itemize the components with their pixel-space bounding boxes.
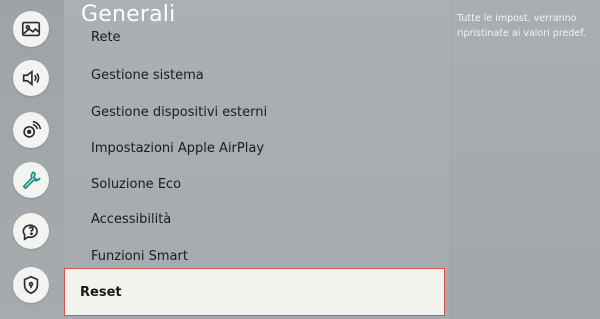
privacy-shield-icon — [23, 275, 39, 295]
info-panel: Tutte le impost. verranno ripristinate a… — [449, 0, 600, 319]
menu-item-external-devices[interactable]: Gestione dispositivi esterni — [91, 105, 267, 120]
sound-icon — [22, 69, 40, 87]
category-rail — [0, 0, 64, 319]
menu-item-eco[interactable]: Soluzione Eco — [91, 177, 181, 192]
rail-item-privacy[interactable] — [13, 267, 49, 303]
support-icon — [22, 224, 38, 241]
rail-item-sound[interactable] — [13, 60, 49, 96]
menu-item-reset[interactable]: Reset — [64, 268, 445, 316]
broadcast-icon — [23, 120, 42, 138]
picture-icon — [21, 21, 41, 37]
menu-item-system-manager[interactable]: Gestione sistema — [91, 68, 204, 83]
menu-item-airplay[interactable]: Impostazioni Apple AirPlay — [91, 141, 264, 156]
rail-item-support[interactable] — [13, 213, 49, 249]
menu-item-accessibility[interactable]: Accessibilità — [91, 212, 171, 227]
page-title: Generali — [81, 2, 176, 27]
info-description: Tutte le impost. verranno ripristinate a… — [457, 13, 586, 39]
menu-item-smart-features[interactable]: Funzioni Smart — [91, 249, 188, 264]
rail-item-general[interactable] — [13, 162, 49, 198]
reset-label: Reset — [80, 284, 122, 300]
rail-item-broadcast[interactable] — [13, 112, 49, 148]
rail-item-picture[interactable] — [13, 11, 49, 47]
wrench-icon — [22, 171, 41, 190]
menu-item-network[interactable]: Rete — [91, 30, 121, 45]
